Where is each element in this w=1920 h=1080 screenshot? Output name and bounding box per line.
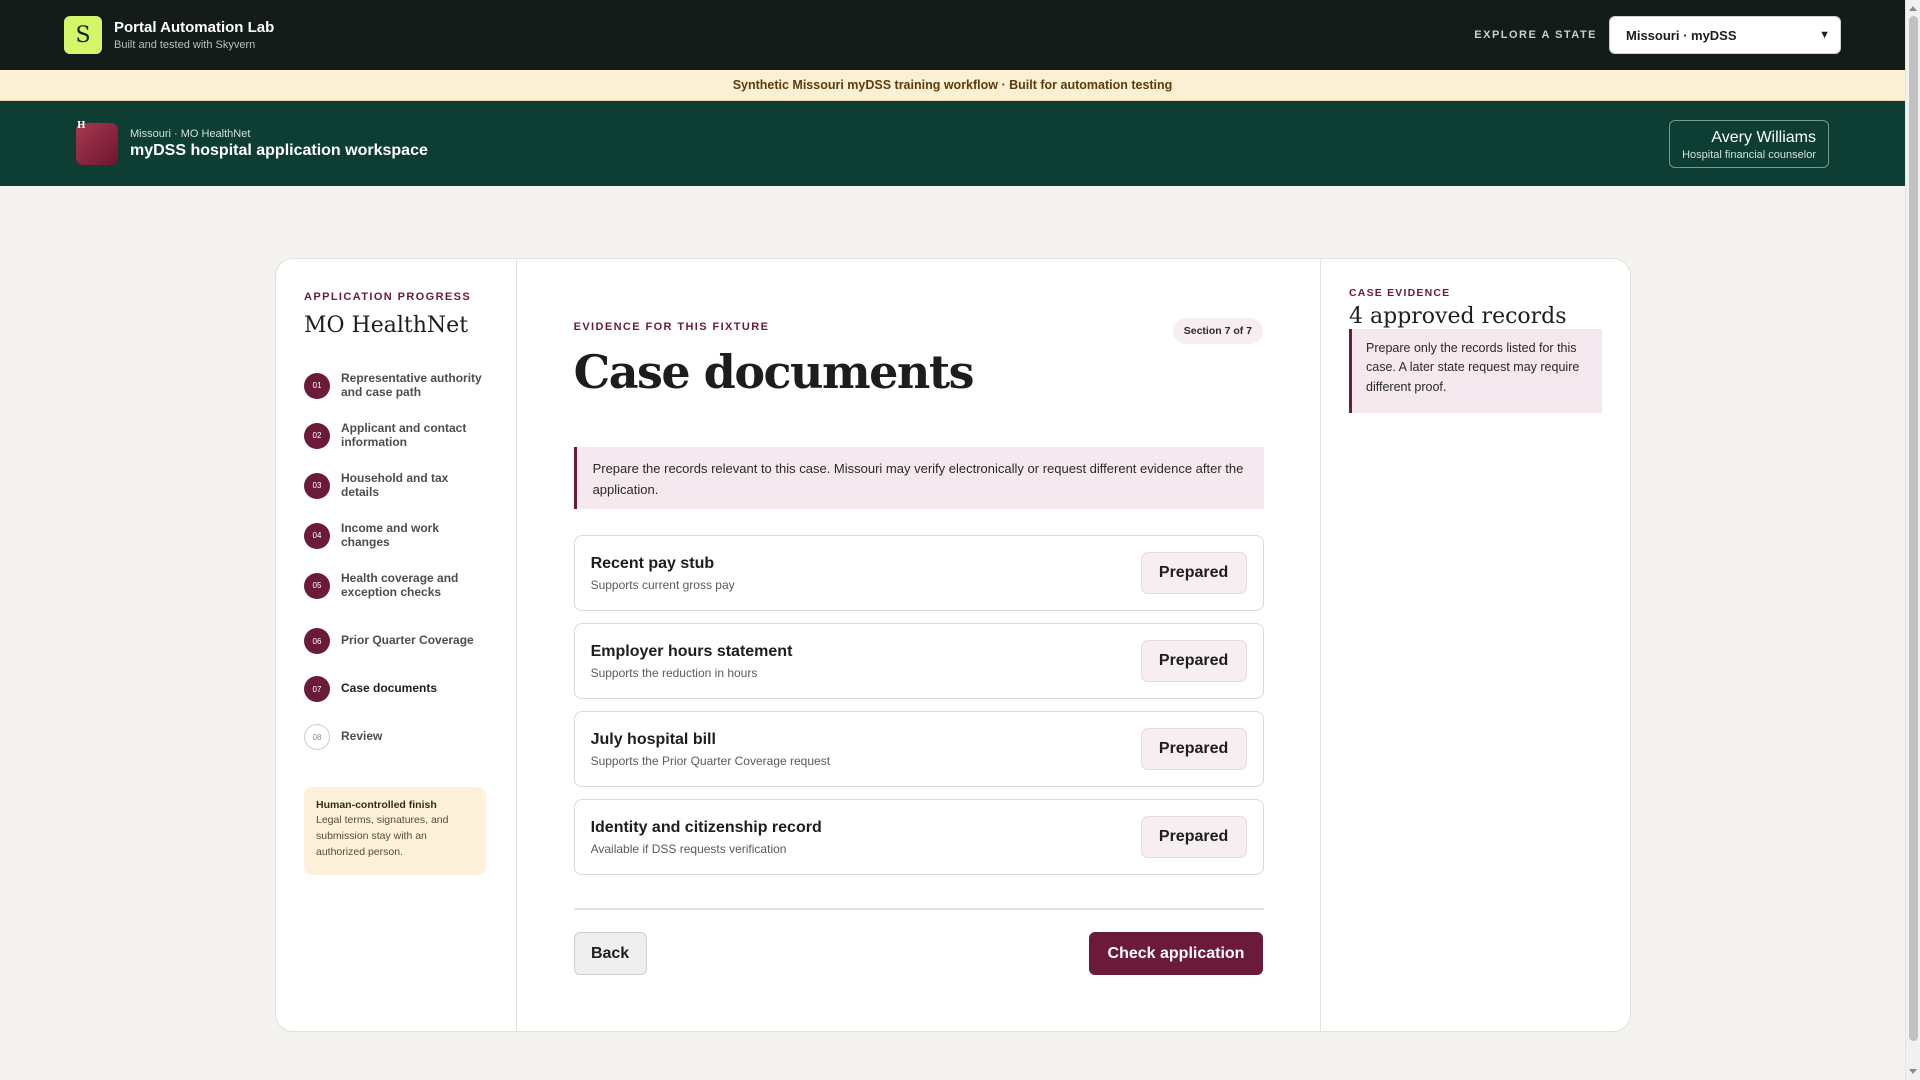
page-title: Case documents	[573, 345, 975, 399]
agency-title: myDSS hospital application workspace	[130, 141, 428, 159]
document-description: Available if DSS requests verification	[590, 841, 787, 856]
agency-header: H Missouri · MO HealthNet myDSS hospital…	[0, 101, 1905, 186]
step-label: Representative authority and case path	[341, 371, 482, 399]
human-finish-note: Human-controlled finish Legal terms, sig…	[304, 787, 486, 875]
case-evidence-eyebrow: CASE EVIDENCE	[1349, 287, 1451, 299]
step-item[interactable]: 03 Household and tax details	[304, 471, 486, 500]
step-number: 01	[304, 372, 330, 399]
scroll-up-icon[interactable]	[1909, 6, 1917, 11]
divider	[573, 908, 1264, 910]
step-label: Prior Quarter Coverage	[341, 633, 474, 648]
prepared-button[interactable]: Prepared	[1140, 552, 1247, 594]
agency-subtitle: Missouri · MO HealthNet	[130, 127, 251, 140]
step-item[interactable]: 02 Applicant and contact information	[304, 421, 486, 450]
prepared-button[interactable]: Prepared	[1140, 640, 1247, 682]
step-number: 04	[304, 522, 330, 549]
state-select[interactable]: Missouri · myDSS ▼	[1609, 16, 1841, 54]
step-item[interactable]: 04 Income and work changes	[304, 521, 486, 550]
check-application-button[interactable]: Check application	[1089, 932, 1263, 975]
document-name: Identity and citizenship record	[590, 818, 822, 836]
step-label: Income and work changes	[341, 521, 440, 549]
document-row: July hospital bill Supports the Prior Qu…	[573, 711, 1264, 787]
chevron-down-icon: ▼	[1819, 29, 1830, 41]
state-select-value: Missouri · myDSS	[1626, 27, 1737, 43]
brand[interactable]: S Portal Automation Lab Built and tested…	[64, 16, 274, 54]
case-evidence-note: Prepare only the records listed for this…	[1349, 329, 1602, 413]
document-name: Recent pay stub	[590, 554, 715, 572]
page-scrollbar[interactable]	[1905, 0, 1920, 1080]
step-number: 07	[304, 676, 330, 702]
approved-records-count: 4 approved records	[1349, 304, 1567, 329]
document-description: Supports the Prior Quarter Coverage requ…	[590, 753, 831, 768]
finish-title: Human-controlled finish	[316, 799, 437, 811]
document-description: Supports current gross pay	[590, 577, 735, 592]
progress-eyebrow: APPLICATION PROGRESS	[304, 291, 472, 303]
brand-subtitle: Built and tested with Skyvern	[114, 39, 256, 51]
step-item[interactable]: 05 Health coverage and exception checks	[304, 571, 486, 600]
section-eyebrow: EVIDENCE FOR THIS FIXTURE	[573, 321, 770, 333]
step-number: 08	[304, 724, 330, 750]
step-number: 05	[304, 572, 330, 599]
step-label: Applicant and contact information	[341, 421, 467, 449]
document-name: July hospital bill	[590, 730, 716, 748]
step-label: Health coverage and exception checks	[341, 571, 459, 599]
section-badge: Section 7 of 7	[1172, 318, 1263, 344]
step-item[interactable]: 01 Representative authority and case pat…	[304, 371, 486, 400]
step-label: Case documents	[341, 681, 438, 696]
training-notice: Synthetic Missouri myDSS training workfl…	[0, 70, 1905, 101]
prepared-button[interactable]: Prepared	[1140, 816, 1247, 858]
evidence-notice: Prepare the records relevant to this cas…	[573, 447, 1264, 509]
user-chip[interactable]: Avery Williams Hospital financial counse…	[1669, 119, 1829, 168]
document-row: Recent pay stub Supports current gross p…	[573, 535, 1264, 611]
user-name: Avery Williams	[1711, 128, 1816, 146]
step-item[interactable]: 08 Review	[304, 724, 486, 750]
agency-logo: H	[76, 120, 118, 165]
step-item[interactable]: 06 Prior Quarter Coverage	[304, 628, 486, 654]
step-label: Household and tax details	[341, 471, 449, 499]
progress-sidebar: APPLICATION PROGRESS MO HealthNet 01 Rep…	[276, 259, 517, 1031]
brand-logo: S	[64, 16, 102, 54]
document-description: Supports the reduction in hours	[590, 665, 758, 680]
step-number: 02	[304, 422, 330, 449]
back-button[interactable]: Back	[573, 932, 647, 975]
prepared-button[interactable]: Prepared	[1140, 728, 1247, 770]
brand-title: Portal Automation Lab	[114, 19, 275, 36]
step-number: 03	[304, 472, 330, 499]
document-row: Employer hours statement Supports the re…	[573, 623, 1264, 699]
explore-state-label: EXPLORE A STATE	[1474, 29, 1597, 41]
document-name: Employer hours statement	[590, 642, 793, 660]
step-label: Review	[341, 729, 383, 744]
scrollbar-thumb[interactable]	[1909, 16, 1918, 1041]
documents-section: EVIDENCE FOR THIS FIXTURE Section 7 of 7…	[517, 259, 1321, 1031]
step-item-current[interactable]: 07 Case documents	[304, 676, 486, 702]
application-card: APPLICATION PROGRESS MO HealthNet 01 Rep…	[275, 258, 1631, 1032]
step-number: 06	[304, 628, 330, 654]
progress-title: MO HealthNet	[304, 313, 469, 338]
agency-logo-letter: H	[77, 120, 86, 131]
document-row: Identity and citizenship record Availabl…	[573, 799, 1264, 875]
case-evidence-panel: CASE EVIDENCE 4 approved records Prepare…	[1321, 259, 1630, 1031]
top-bar: S Portal Automation Lab Built and tested…	[0, 0, 1905, 70]
finish-body: Legal terms, signatures, and submission …	[316, 814, 449, 858]
scroll-down-icon[interactable]	[1909, 1069, 1917, 1074]
user-role: Hospital financial counselor	[1682, 148, 1816, 161]
